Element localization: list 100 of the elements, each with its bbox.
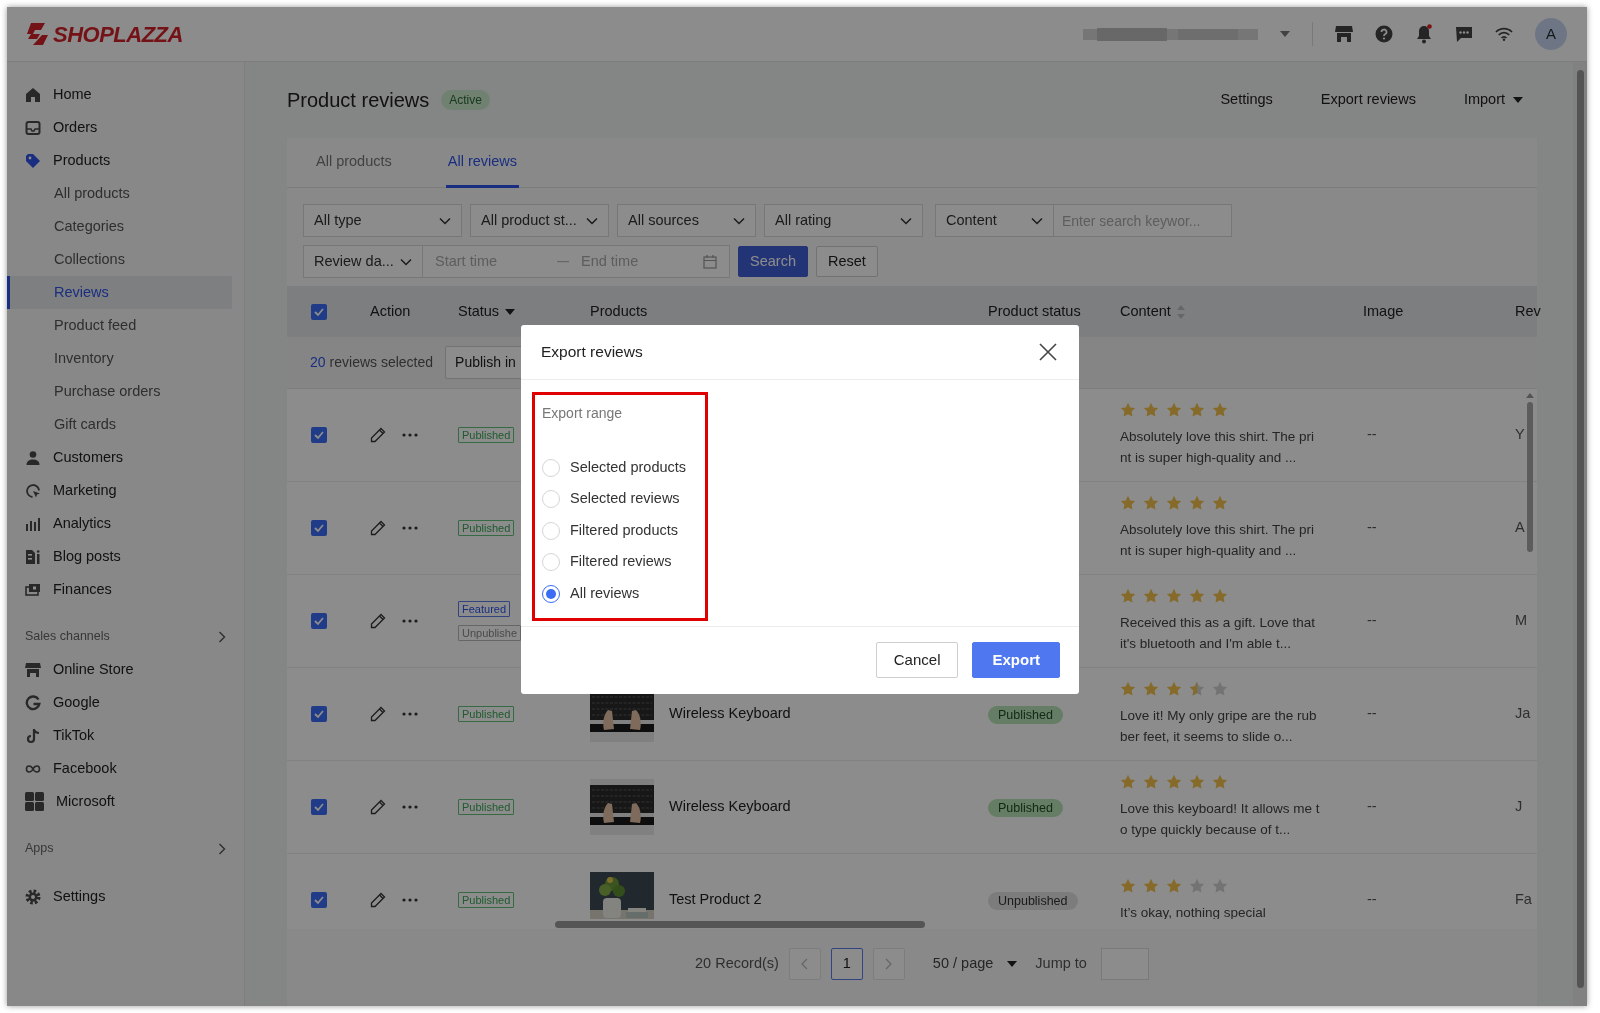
image-cell: -- bbox=[1367, 705, 1377, 722]
sidebar-item[interactable]: Marketing bbox=[7, 474, 232, 507]
star-icon bbox=[1120, 588, 1136, 604]
dash-icon bbox=[557, 260, 569, 263]
star-icon bbox=[1212, 495, 1228, 511]
import-dropdown[interactable]: Import bbox=[1463, 89, 1523, 111]
export-button[interactable]: Export bbox=[972, 642, 1060, 678]
sidebar-item[interactable]: Microsoft bbox=[7, 785, 232, 818]
edit-icon[interactable] bbox=[370, 892, 386, 908]
filter-dropdown[interactable]: All rating bbox=[764, 204, 923, 237]
star-icon bbox=[1189, 402, 1205, 418]
chevron-down-icon bbox=[400, 257, 412, 266]
jump-label: Jump to bbox=[1035, 954, 1087, 974]
star-icon bbox=[1120, 877, 1136, 894]
chat-icon[interactable] bbox=[1455, 25, 1473, 43]
status-tag: Published bbox=[458, 892, 515, 908]
more-icon[interactable] bbox=[402, 805, 418, 809]
checkbox[interactable] bbox=[311, 303, 327, 320]
more-icon[interactable] bbox=[402, 898, 418, 902]
section-heading[interactable]: Apps bbox=[7, 832, 232, 865]
filter-dropdown[interactable]: All type bbox=[303, 204, 462, 237]
sidebar-subitem[interactable]: Purchase orders bbox=[7, 375, 232, 408]
radio-label[interactable]: All reviews bbox=[570, 582, 640, 605]
sidebar-item[interactable]: Blog posts bbox=[7, 540, 232, 573]
product-name: Test Product 2 bbox=[669, 890, 762, 910]
edit-icon[interactable] bbox=[370, 613, 386, 629]
edit-icon[interactable] bbox=[370, 799, 386, 815]
radio-button[interactable] bbox=[542, 584, 560, 603]
status-tag: Published bbox=[458, 427, 515, 443]
checkbox[interactable] bbox=[311, 520, 327, 536]
sidebar-subitem[interactable]: Product feed bbox=[7, 309, 232, 342]
sidebar-subitem[interactable]: Reviews bbox=[7, 276, 232, 309]
tab[interactable]: All reviews bbox=[445, 138, 520, 188]
sidebar-item[interactable]: Home bbox=[7, 78, 232, 111]
section-heading[interactable]: Sales channels bbox=[7, 620, 232, 653]
checkbox[interactable] bbox=[311, 799, 327, 815]
checkbox[interactable] bbox=[311, 706, 327, 722]
sidebar-subitem[interactable]: Gift cards bbox=[7, 408, 232, 441]
radio-label[interactable]: Filtered reviews bbox=[570, 551, 672, 574]
wifi-icon[interactable] bbox=[1495, 27, 1513, 41]
edit-icon[interactable] bbox=[370, 706, 386, 722]
sidebar-subitem[interactable]: Collections bbox=[7, 243, 232, 276]
sidebar-item[interactable]: Online Store bbox=[7, 653, 232, 686]
radio-label[interactable]: Selected reviews bbox=[570, 488, 680, 511]
chevron-down-icon bbox=[900, 216, 912, 225]
filter-dropdown[interactable]: All product st... bbox=[470, 204, 609, 237]
more-icon[interactable] bbox=[402, 433, 418, 437]
sidebar-subitem[interactable]: Categories bbox=[7, 210, 232, 243]
bell-icon[interactable] bbox=[1415, 24, 1433, 44]
checkbox[interactable] bbox=[311, 613, 327, 629]
reviewer-cell: J bbox=[1515, 798, 1523, 815]
sidebar-item[interactable]: Settings bbox=[7, 880, 232, 913]
avatar[interactable]: A bbox=[1535, 18, 1567, 50]
header-action[interactable]: Export reviews bbox=[1320, 89, 1416, 111]
sidebar-item[interactable]: Finances bbox=[7, 573, 232, 606]
more-icon[interactable] bbox=[402, 619, 418, 623]
checkbox[interactable] bbox=[311, 427, 327, 443]
sidebar-subitem[interactable]: All products bbox=[7, 177, 232, 210]
header-action[interactable]: Settings bbox=[1220, 89, 1273, 111]
scroll-arrow-up-icon[interactable] bbox=[1526, 393, 1534, 398]
filter-dropdown[interactable]: All sources bbox=[617, 204, 756, 237]
more-icon[interactable] bbox=[402, 526, 418, 530]
page-button[interactable]: 1 bbox=[830, 948, 863, 980]
logo-text: SHOPLAZZA bbox=[53, 20, 183, 49]
edit-icon[interactable] bbox=[370, 427, 386, 443]
star-icon bbox=[1143, 681, 1159, 697]
sidebar-item[interactable]: Products bbox=[7, 144, 232, 177]
sidebar-item[interactable]: Facebook bbox=[7, 752, 232, 785]
sidebar-item[interactable]: TikTok bbox=[7, 719, 232, 752]
caret-down-icon bbox=[1513, 97, 1523, 103]
store-icon[interactable] bbox=[1335, 25, 1353, 43]
search-button[interactable]: Search bbox=[738, 246, 808, 277]
star-icon bbox=[1143, 774, 1159, 790]
sidebar-item[interactable]: Orders bbox=[7, 111, 232, 144]
page-size-dropdown[interactable]: 50 / page bbox=[932, 953, 1018, 975]
checkbox[interactable] bbox=[311, 892, 327, 908]
star-icon bbox=[1166, 877, 1182, 894]
star-icon bbox=[1120, 495, 1136, 511]
sidebar-item[interactable]: Analytics bbox=[7, 507, 232, 540]
radio-label[interactable]: Selected products bbox=[570, 456, 687, 479]
sidebar-subitem[interactable]: Inventory bbox=[7, 342, 232, 375]
scrollbar-thumb[interactable] bbox=[555, 921, 925, 928]
scrollbar-thumb[interactable] bbox=[1527, 402, 1533, 552]
scrollbar-thumb[interactable] bbox=[1577, 70, 1584, 988]
close-button[interactable] bbox=[1039, 342, 1059, 362]
star-icon bbox=[1166, 681, 1182, 697]
status-tag: Featured bbox=[458, 601, 511, 617]
review-text: Love this keyboard! It allows me to type quickly because of t... bbox=[1120, 800, 1320, 839]
cancel-button[interactable]: Cancel bbox=[875, 642, 959, 678]
field-dropdown[interactable]: Content bbox=[935, 204, 1054, 237]
sidebar-item[interactable]: Google bbox=[7, 686, 232, 719]
reset-button[interactable]: Reset bbox=[815, 246, 878, 277]
sidebar-item[interactable]: Customers bbox=[7, 441, 232, 474]
star-icon bbox=[1120, 774, 1136, 790]
edit-icon[interactable] bbox=[370, 520, 386, 536]
radio-label[interactable]: Filtered products bbox=[570, 519, 678, 542]
tab[interactable]: All products bbox=[314, 138, 394, 188]
more-icon[interactable] bbox=[402, 712, 418, 716]
image-cell: -- bbox=[1367, 612, 1377, 629]
help-icon[interactable] bbox=[1375, 25, 1393, 43]
